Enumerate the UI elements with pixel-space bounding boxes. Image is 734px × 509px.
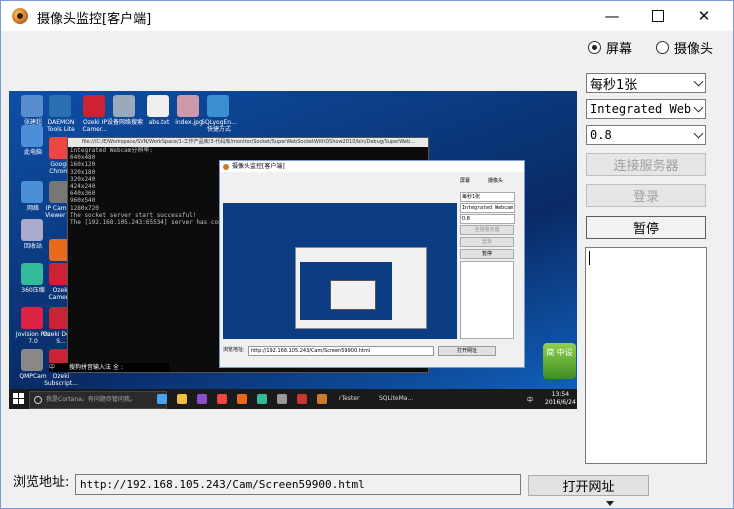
desktop-shortcut-icon xyxy=(21,263,43,285)
recursive-window xyxy=(295,247,427,329)
captured-taskbar: 我是Cortana。有问题尽管问我。 rTester SQLiteMa... 中… xyxy=(9,389,577,409)
pdf-icon xyxy=(297,394,307,404)
tray-ime: 中 xyxy=(527,397,534,404)
nested-preview xyxy=(223,203,457,339)
ime-mode: 中 xyxy=(49,364,56,371)
visual-studio-icon xyxy=(197,394,207,404)
desktop-shortcut-label: SQLyogEn... 快捷方式 xyxy=(201,119,237,133)
desktop-shortcut-icon xyxy=(113,95,135,117)
chevron-down-icon[interactable] xyxy=(691,100,705,118)
nested-radio-screen: 屏幕 xyxy=(460,178,471,184)
radio-camera-label: 摄像头 xyxy=(674,42,714,57)
nested-quality-combo: 0.8 xyxy=(460,214,515,224)
ime-text: 搜狗拼音输入法 全 : xyxy=(69,364,123,371)
explorer-icon xyxy=(177,394,187,404)
login-button[interactable]: 登录 xyxy=(586,184,706,207)
nested-rate-combo: 每秒1张 xyxy=(460,192,515,202)
tray-clock: 13:54 2016/6/24 xyxy=(545,391,576,407)
camera-app-icon xyxy=(12,8,28,24)
edge-icon xyxy=(157,394,167,404)
maximize-icon xyxy=(652,10,664,22)
taskbar-app-2: SQLiteMa... xyxy=(379,395,414,402)
rate-select[interactable]: 每秒1张 xyxy=(586,73,706,93)
wechat-icon xyxy=(257,394,267,404)
radio-screen[interactable]: 屏幕 xyxy=(588,38,632,57)
tray-date: 2016/6/24 xyxy=(545,399,576,406)
desktop-shortcut-icon xyxy=(21,95,43,117)
nested-device-combo: Integrated Webcam xyxy=(460,203,515,213)
nested-window-title: 摄像头监控[客户端] xyxy=(220,161,524,172)
desktop-shortcut-icon xyxy=(177,95,199,117)
device-select[interactable]: Integrated Webcam xyxy=(586,99,706,119)
quality-select-value: 0.8 xyxy=(590,128,612,142)
cortana-search: 我是Cortana。有问题尽管问我。 xyxy=(29,391,167,409)
desktop-shortcut-icon xyxy=(21,181,43,203)
recursive-preview xyxy=(300,262,392,320)
ime-badge: 简 中设 xyxy=(543,343,576,379)
nested-url-field: http://192.168.105.243/Cam/Screen59900.h… xyxy=(248,346,434,356)
log-textarea[interactable] xyxy=(585,247,707,464)
nested-login-button: 登录 xyxy=(460,237,514,247)
url-label: 浏览地址: xyxy=(13,475,70,490)
desktop-shortcut-icon xyxy=(49,95,71,117)
radio-screen-label: 屏幕 xyxy=(606,42,633,57)
radio-screen-indicator[interactable] xyxy=(588,41,601,54)
rate-select-value: 每秒1张 xyxy=(590,77,638,93)
device-select-value: Integrated Webcam xyxy=(590,102,691,116)
app-icon xyxy=(277,394,287,404)
maximize-button[interactable] xyxy=(635,1,681,31)
tray-time: 13:54 xyxy=(551,391,570,398)
radio-camera-indicator[interactable] xyxy=(656,41,669,54)
desktop-shortcut-icon xyxy=(207,95,229,117)
text-caret xyxy=(589,251,590,265)
nested-connect-button: 连接服务器 xyxy=(460,225,514,235)
close-button[interactable]: ✕ xyxy=(681,1,727,31)
firefox-icon xyxy=(237,394,247,404)
desktop-shortcut-icon xyxy=(21,125,43,147)
desktop-shortcut-label: 回收站 xyxy=(23,243,42,250)
desktop-shortcut-icon xyxy=(21,307,43,329)
console-line: Integrated Webcam分辨率: xyxy=(70,147,154,154)
taskbar-app-1: rTester xyxy=(339,395,360,402)
ime-status-bar: 中 搜狗拼音输入法 全 : xyxy=(49,363,169,372)
desktop-shortcut-icon xyxy=(21,219,43,241)
capture-preview: 张建超 DAEMON Tools Lite Ozeki IP Camer... 设备网… xyxy=(9,91,577,409)
chevron-down-icon[interactable] xyxy=(691,126,705,144)
connect-server-button[interactable]: 连接服务器 xyxy=(586,153,706,176)
nested-radio-camera: 摄像头 xyxy=(488,178,504,184)
nested-log xyxy=(460,261,514,339)
url-field[interactable]: http://192.168.105.243/Cam/Screen59900.h… xyxy=(75,474,521,495)
chevron-down-icon[interactable] xyxy=(691,74,705,92)
desktop-shortcut-label: 此电脑 xyxy=(23,149,42,156)
dropdown-arrow-icon xyxy=(606,501,614,506)
minimize-button[interactable]: — xyxy=(589,1,635,31)
camera-client-taskbar-icon xyxy=(317,394,327,404)
open-url-button[interactable]: 打开网址 xyxy=(528,475,649,496)
quality-select[interactable]: 0.8 xyxy=(586,125,706,145)
desktop-shortcut-label: Ozeki Subscript... xyxy=(44,373,78,387)
console-title: file:///C:/E/Workspace/SVN/WorkSpace/1-工… xyxy=(68,138,428,147)
windows-start-icon xyxy=(13,393,24,404)
nested-pause-button: 暂停 xyxy=(460,249,514,259)
chrome-icon xyxy=(217,394,227,404)
pause-button[interactable]: 暂停 xyxy=(586,216,706,239)
window-title: 摄像头监控[客户端] xyxy=(37,12,152,27)
desktop-shortcut-icon xyxy=(147,95,169,117)
nested-open-button: 打开网址 xyxy=(438,346,496,356)
desktop-shortcut-icon xyxy=(21,349,43,371)
radio-camera[interactable]: 摄像头 xyxy=(656,38,713,57)
nested-url-label: 浏览地址: xyxy=(223,347,245,353)
app-window: 摄像头监控[客户端] — ✕ 屏幕 摄像头 张建超 DAEMON Tools Li… xyxy=(0,0,734,509)
title-bar[interactable]: 摄像头监控[客户端] — ✕ xyxy=(1,1,733,31)
nested-client-window: 摄像头监控[客户端] 屏幕 摄像头 每秒1张 Integrated Webcam… xyxy=(219,160,525,368)
desktop-shortcut-icon xyxy=(83,95,105,117)
